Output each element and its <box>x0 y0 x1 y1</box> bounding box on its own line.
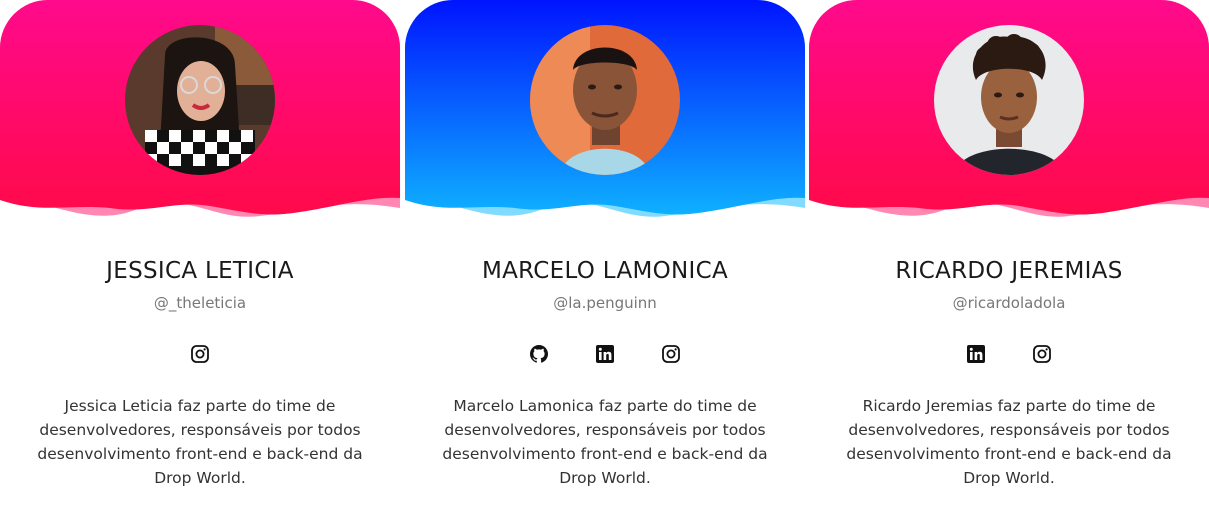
member-handle: @la.penguinn <box>553 294 657 312</box>
social-links <box>809 343 1209 365</box>
member-handle: @_theleticia <box>153 294 247 312</box>
profile-photo-jessica <box>125 25 275 175</box>
github-icon[interactable] <box>528 343 550 365</box>
instagram-icon[interactable] <box>1031 343 1053 365</box>
profile-photo-marcelo <box>530 25 680 175</box>
linkedin-icon[interactable] <box>594 343 616 365</box>
team-card-jessica: JESSICA LETICIA @_theleticia Jessica Let… <box>0 0 400 530</box>
member-description: Marcelo Lamonica faz parte do time de de… <box>442 397 768 487</box>
instagram-icon[interactable] <box>660 343 682 365</box>
member-name: RICARDO JEREMIAS <box>895 258 1123 284</box>
profile-photo-ricardo <box>934 25 1084 175</box>
member-name: JESSICA LETICIA <box>106 258 294 284</box>
instagram-icon[interactable] <box>189 343 211 365</box>
team-card-marcelo: MARCELO LAMONICA @la.penguinn Marcelo La… <box>405 0 805 530</box>
linkedin-icon[interactable] <box>965 343 987 365</box>
social-links <box>405 343 805 365</box>
member-description: Ricardo Jeremias faz parte do time de de… <box>846 397 1172 487</box>
social-links <box>0 343 400 365</box>
team-card-ricardo: RICARDO JEREMIAS @ricardoladola Ricardo … <box>809 0 1209 530</box>
member-description: Jessica Leticia faz parte do time de des… <box>37 397 363 487</box>
member-handle: @ricardoladola <box>952 294 1066 312</box>
member-name: MARCELO LAMONICA <box>481 258 729 284</box>
